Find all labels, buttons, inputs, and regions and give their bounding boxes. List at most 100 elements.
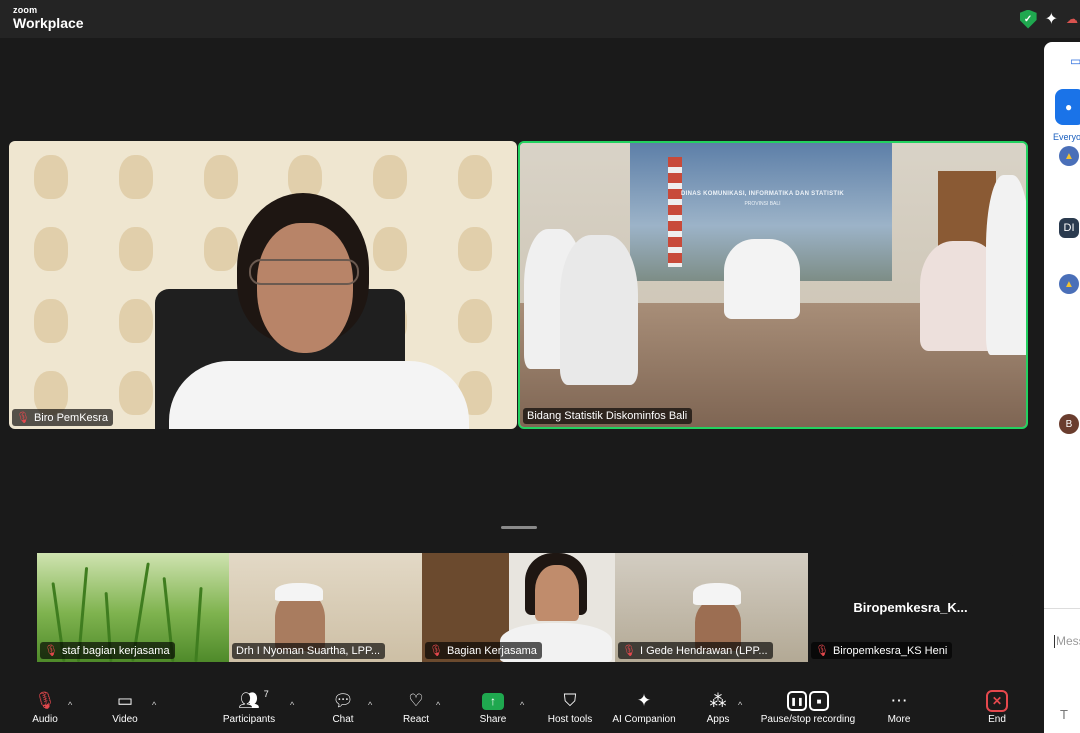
- gallery-tile[interactable]: 🎙︎ I Gede Hendrawan (LPP...: [615, 553, 808, 662]
- glasses: [249, 259, 359, 285]
- participant-figure: [724, 239, 800, 319]
- people-icon: ●: [1065, 100, 1073, 114]
- recipient-button[interactable]: ●: [1055, 89, 1080, 125]
- more-dots-icon: ⋯: [890, 691, 908, 710]
- participants-label: Participants: [222, 714, 276, 725]
- share-screen-icon: ↑: [482, 688, 504, 714]
- zoom-meeting-window: zoom Workplace ✓ ✦ ☁ 🎙︎ Biro PemKesra DI…: [0, 0, 1080, 733]
- video-button[interactable]: ▭ Video: [108, 688, 142, 733]
- share-button[interactable]: ↑ Share: [476, 688, 510, 733]
- shield-check-icon[interactable]: ✓: [1019, 9, 1037, 29]
- chevron-up-icon[interactable]: ^: [520, 700, 524, 710]
- host-tools-label: Host tools: [547, 714, 593, 725]
- ai-companion-button[interactable]: ✦ AI Companion: [608, 688, 680, 733]
- participant-headdress: [693, 583, 741, 605]
- apps-label: Apps: [706, 714, 730, 725]
- participant-body: [169, 361, 469, 429]
- participant-headdress: [275, 583, 323, 601]
- chevron-up-icon[interactable]: ^: [290, 700, 294, 710]
- brand-small: zoom: [13, 5, 38, 15]
- gallery-tile-video-off[interactable]: Biropemkesra_K... 🎙︎ Biropemkesra_KS Hen…: [808, 553, 1013, 662]
- participant-name-tag: 🎙︎ Bagian Kerjasama: [425, 642, 542, 659]
- mic-muted-icon: 🎙︎: [622, 645, 636, 657]
- gallery-tile[interactable]: Drh I Nyoman Suartha, LPP...: [229, 553, 422, 662]
- recording-label: Pause/stop recording: [760, 714, 856, 725]
- meeting-toolbar: 🎙︎ Audio ^ ▭ Video ^ 👥︎ 7 Participants ^ …: [0, 688, 1044, 733]
- banner-subtitle: PROVINSI BALI: [744, 201, 781, 207]
- cloud-icon[interactable]: ☁: [1066, 12, 1080, 26]
- audio-label: Audio: [32, 714, 58, 725]
- recipient-label: Everyo: [1053, 132, 1080, 142]
- share-label: Share: [479, 714, 507, 725]
- chevron-up-icon[interactable]: ^: [738, 700, 742, 710]
- react-button[interactable]: ♡ React: [400, 688, 432, 733]
- sparkle-icon[interactable]: ✦: [1045, 9, 1058, 29]
- video-tile-bidang-statistik[interactable]: DINAS KOMUNIKASI, INFORMATIKA DAN STATIS…: [518, 141, 1028, 429]
- chevron-up-icon[interactable]: ^: [436, 700, 440, 710]
- mic-muted-icon: 🎙︎: [44, 645, 58, 657]
- apps-button[interactable]: ⁂ Apps: [702, 688, 734, 733]
- participant-name: Bagian Kerjasama: [446, 644, 537, 657]
- participant-name: Drh I Nyoman Suartha, LPP...: [236, 645, 381, 657]
- stop-icon[interactable]: ■: [809, 691, 829, 711]
- close-icon: ✕: [986, 688, 1008, 714]
- ai-companion-label: AI Companion: [612, 714, 676, 725]
- video-tile-biro-pemkesra[interactable]: 🎙︎ Biro PemKesra: [9, 141, 517, 429]
- brand-large: Workplace: [13, 15, 84, 31]
- chat-label: Chat: [332, 714, 354, 725]
- recording-buttons: ❚❚ ■: [786, 688, 830, 714]
- video-camera-icon: ▭: [116, 691, 134, 710]
- apps-icon: ⁂: [709, 691, 727, 710]
- banner-title: DINAS KOMUNIKASI, INFORMATIKA DAN STATIS…: [680, 191, 844, 197]
- participant-name-tag: 🎙︎ staf bagian kerjasama: [40, 642, 175, 659]
- gallery-tile[interactable]: 🎙︎ Bagian Kerjasama: [422, 553, 615, 662]
- mic-muted-icon: 🎙︎: [34, 691, 56, 710]
- participant-face: [535, 565, 579, 621]
- audio-button[interactable]: 🎙︎ Audio: [28, 688, 62, 733]
- participant-name: staf bagian kerjasama: [61, 644, 170, 657]
- participant-name: I Gede Hendrawan (LPP...: [639, 644, 768, 657]
- participant-name-tag: 🎙︎ Biro PemKesra: [12, 409, 113, 426]
- shield-icon: ⛉: [563, 691, 577, 710]
- chat-side-panel: ▭ ● Everyo ▲ DI ▲ B Mess T: [1044, 42, 1080, 733]
- chat-button[interactable]: 💬︎ Chat: [328, 688, 358, 733]
- mic-muted-icon: 🎙︎: [815, 645, 829, 657]
- participants-button[interactable]: 👥︎ 7 Participants: [220, 688, 278, 733]
- end-button[interactable]: ✕ End: [982, 688, 1012, 733]
- participant-name-tag: 🎙︎ I Gede Hendrawan (LPP...: [618, 642, 773, 659]
- chevron-up-icon[interactable]: ^: [68, 700, 72, 710]
- gallery-tile[interactable]: 🎙︎ staf bagian kerjasama: [37, 553, 229, 662]
- tower-image: [668, 157, 682, 267]
- chevron-up-icon[interactable]: ^: [152, 700, 156, 710]
- title-bar: zoom Workplace ✓ ✦ ☁: [0, 0, 1080, 38]
- mic-muted-icon: 🎙︎: [429, 645, 443, 657]
- participant-name-tag: 🎙︎ Biropemkesra_KS Heni: [811, 642, 953, 659]
- end-label: End: [988, 714, 1006, 725]
- participant-name-tag: Drh I Nyoman Suartha, LPP...: [232, 643, 386, 659]
- participant-name: Biro PemKesra: [33, 411, 108, 424]
- chat-bubble-icon[interactable]: ▭: [1070, 54, 1080, 68]
- layout-resize-handle[interactable]: [501, 526, 537, 529]
- participant-name-tag: Bidang Statistik Diskominfos Bali: [523, 408, 693, 424]
- avatar: DI: [1059, 218, 1079, 238]
- host-tools-button[interactable]: ⛉ Host tools: [542, 688, 598, 733]
- mic-muted-icon: 🎙︎: [16, 412, 30, 424]
- title-icons: ✓ ✦ ☁: [1019, 9, 1080, 29]
- participant-name: Bidang Statistik Diskominfos Bali: [527, 410, 688, 422]
- divider: [1044, 608, 1080, 609]
- video-label: Video: [112, 714, 138, 725]
- participant-figure: [986, 175, 1026, 355]
- message-input[interactable]: Mess: [1054, 634, 1080, 648]
- recording-controls[interactable]: ❚❚ ■ Pause/stop recording: [756, 688, 860, 733]
- participant-face: [257, 223, 353, 353]
- text-format-icon[interactable]: T: [1060, 707, 1068, 722]
- avatar: ▲: [1059, 274, 1079, 294]
- chevron-up-icon[interactable]: ^: [368, 700, 372, 710]
- participant-figure: [560, 235, 638, 385]
- pause-icon[interactable]: ❚❚: [787, 691, 807, 711]
- heart-icon: ♡: [408, 691, 424, 710]
- participant-name: Biropemkesra_KS Heni: [832, 644, 948, 657]
- participants-icon: 👥︎ 7: [238, 689, 269, 710]
- more-button[interactable]: ⋯ More: [884, 688, 914, 733]
- participants-count: 7: [263, 689, 269, 699]
